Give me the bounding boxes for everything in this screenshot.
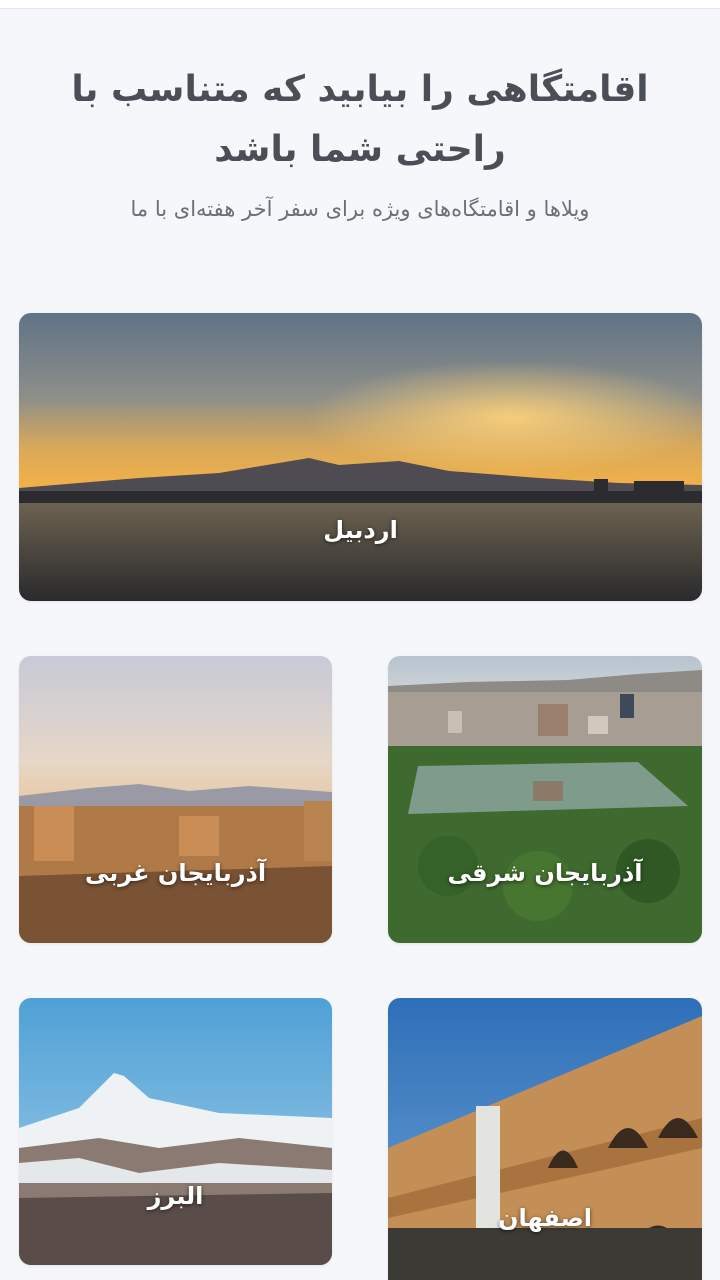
page-subtitle: ویلاها و اقامتگاه‌های ویژه برای سفر آخر …: [130, 197, 590, 221]
city-park-image: [388, 656, 702, 943]
snowy-mountain-image: [19, 998, 332, 1265]
destination-label: اردبیل: [323, 516, 398, 544]
destination-card-isfahan[interactable]: اصفهان: [388, 998, 702, 1280]
destination-label: آذربایجان شرقی: [447, 859, 643, 887]
destination-label: اصفهان: [497, 1204, 593, 1232]
ancient-ruins-image: [19, 656, 332, 943]
destination-label: آذربایجان غربی: [84, 859, 267, 887]
arched-bridge-image: [388, 998, 702, 1280]
lake-sunset-image: [19, 313, 702, 601]
top-bar: [0, 0, 720, 9]
hero-header: اقامتگاهی را بیابید که متناسب با راحتی ش…: [0, 60, 720, 226]
page-title: اقامتگاهی را بیابید که متناسب با راحتی ش…: [71, 69, 649, 170]
destination-card-east-azerbaijan[interactable]: آذربایجان شرقی: [388, 656, 702, 943]
destination-card-ardabil[interactable]: اردبیل: [19, 313, 702, 601]
destination-card-alborz[interactable]: البرز: [19, 998, 332, 1265]
destination-label: البرز: [147, 1182, 204, 1210]
destination-card-west-azerbaijan[interactable]: آذربایجان غربی: [19, 656, 332, 943]
